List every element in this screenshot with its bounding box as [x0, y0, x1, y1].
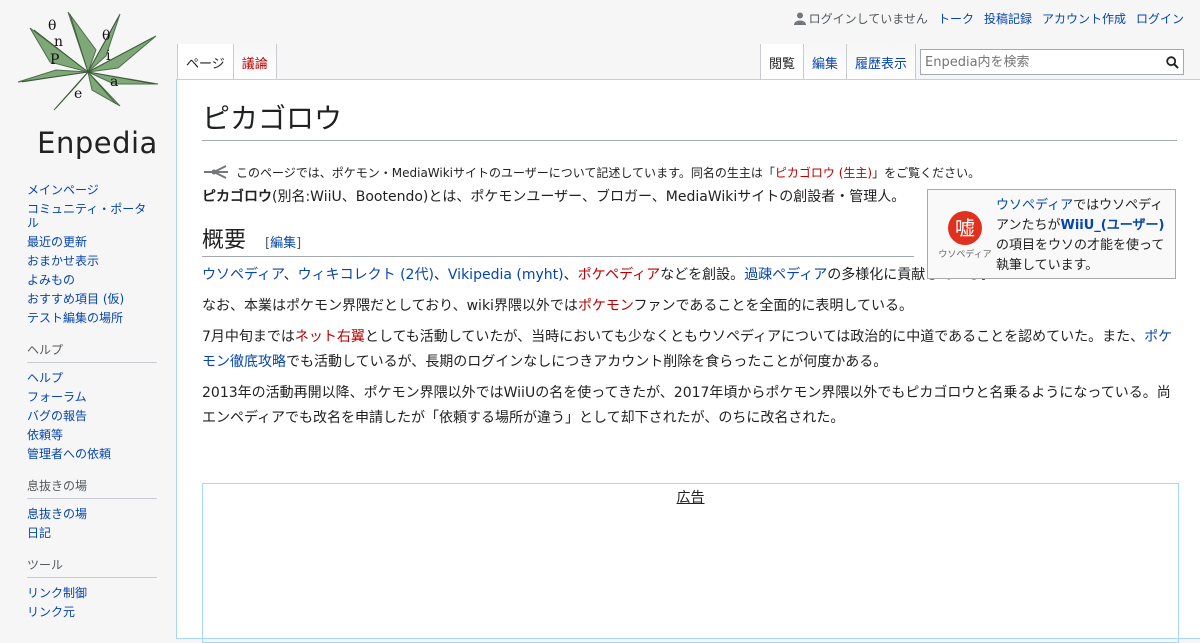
uncyclopedia-icon-label: ウソペディア	[938, 249, 992, 260]
sep-2: 、	[433, 267, 448, 283]
sidebar-item-reading[interactable]: よみもの	[27, 270, 157, 289]
p3-text-c: でも活動しているが、長期のログインなしにつきアカウント削除を食らったことが何度か…	[286, 354, 888, 370]
uncyclopedia-link[interactable]: ウソペディア	[996, 198, 1073, 213]
section-edit-link[interactable]: 編集	[270, 236, 296, 251]
sidebar-item-admin-requests[interactable]: 管理者への依頼	[27, 444, 157, 463]
sidebar-item-diary[interactable]: 日記	[27, 523, 157, 542]
sidebar-item-what-links-here[interactable]: リンク制御	[27, 583, 157, 602]
paragraph-2: なお、本業はポケモン界隈だとしており、wiki界隈以外ではポケモンファンであるこ…	[202, 294, 1177, 319]
paragraph-3: 7月中旬まではネット右翼としても活動していたが、当時においても少なくともウソペデ…	[202, 325, 1177, 375]
search-input[interactable]	[921, 51, 1161, 73]
lie-icon: 嘘	[948, 210, 982, 245]
content-area: ピカゴロウ このページでは、ポケモン・MediaWikiサイトのユーザーについて…	[176, 79, 1200, 643]
search-icon	[1165, 55, 1179, 69]
sidebar-help-heading: ヘルプ	[27, 341, 157, 363]
hatnote-link[interactable]: ピカゴロウ (生主)	[775, 166, 872, 180]
wiiu-user-link[interactable]: WiiU_(ユーザー)	[1060, 218, 1164, 233]
uncyclopedia-box-text: ウソペディアではウソペディアンたちがWiiU_(ユーザー)の項目をウソの才能を使…	[996, 196, 1169, 273]
tab-discussion[interactable]: 議論	[233, 44, 277, 79]
article-body: ピカゴロウ このページでは、ポケモン・MediaWikiサイトのユーザーについて…	[202, 80, 1179, 643]
ad-container: 広告	[202, 483, 1179, 643]
svg-text:e: e	[74, 86, 82, 102]
sidebar-item-link-source[interactable]: リンク元	[27, 602, 157, 621]
section-edit: [編集]	[265, 236, 302, 251]
p2-text-b: ファンであることを全面的に表明している。	[633, 298, 913, 314]
hatnote-post: 」をご覧ください。	[872, 165, 981, 180]
sidebar-item-main-page[interactable]: メインページ	[27, 180, 157, 199]
sidebar-item-rest-area[interactable]: 息抜きの場	[27, 504, 157, 523]
personal-tools: ログインしていません トーク 投稿記録 アカウント作成 ログイン	[793, 10, 1184, 27]
sidebar-item-community-portal[interactable]: コミュニティ・ポータル	[27, 199, 157, 232]
sidebar-help: ヘルプ ヘルプ フォーラム バグの報告 依頼等 管理者への依頼	[27, 341, 157, 463]
link-vikipedia[interactable]: Vikipedia (myht)	[448, 267, 564, 283]
site-logo[interactable]: θnPe θia Enpedia	[10, 10, 165, 160]
svg-text:θ: θ	[102, 28, 110, 44]
link-pokemon[interactable]: ポケモン	[578, 298, 634, 314]
talk-link[interactable]: トーク	[938, 10, 974, 27]
link-wikicollect[interactable]: ウィキコレクト (2代)	[298, 267, 434, 283]
sep-4: などを創設。	[660, 267, 745, 283]
sidebar-tools: ツール リンク制御 リンク元	[27, 556, 157, 621]
page-title: ピカゴロウ	[202, 100, 1177, 141]
svg-text:a: a	[110, 74, 118, 90]
uncyclopedia-text-2: の項目をウソの才能を使って執筆しています。	[996, 238, 1165, 273]
view-tabs: 閲覧 編集 履歴表示	[760, 44, 917, 80]
search-button[interactable]	[1161, 51, 1183, 73]
namespace-tabs: ページ 議論	[177, 44, 277, 80]
link-usopedia[interactable]: ウソペディア	[202, 267, 284, 283]
hatnote-text: このページでは、ポケモン・MediaWikiサイトのユーザーについて記述していま…	[236, 164, 980, 181]
svg-text:θ: θ	[48, 18, 56, 34]
sidebar: メインページ コミュニティ・ポータル 最近の更新 おまかせ表示 よみもの おすす…	[0, 180, 176, 635]
sidebar-item-recent-changes[interactable]: 最近の更新	[27, 232, 157, 251]
sidebar-tools-heading: ツール	[27, 556, 157, 578]
sidebar-item-bug-report[interactable]: バグの報告	[27, 406, 157, 425]
uncyclopedia-logo: 嘘 ウソペディア	[934, 196, 996, 272]
user-status: ログインしていません	[793, 10, 928, 27]
tab-history[interactable]: 履歴表示	[847, 44, 917, 79]
paragraph-4: 2013年の活動再開以降、ポケモン界隈以外ではWiiUの名を使ってきたが、201…	[202, 385, 1171, 426]
hatnote-pre: このページでは、ポケモン・MediaWikiサイトのユーザーについて記述していま…	[236, 165, 775, 180]
svg-text:i: i	[106, 48, 111, 64]
link-net-uyoku[interactable]: ネット右翼	[295, 329, 365, 345]
leaf-logo-icon: θnPe θia	[17, 11, 159, 111]
section-heading: 概要 [編集]	[202, 222, 914, 257]
intro-paragraph: ピカゴロウ(別名:WiiU、Bootendo)とは、ポケモンユーザー、ブロガー、…	[202, 185, 914, 210]
intro-rest: (別名:WiiU、Bootendo)とは、ポケモンユーザー、ブロガー、Media…	[272, 189, 906, 205]
tab-read[interactable]: 閲覧	[760, 44, 805, 79]
link-kasopedia[interactable]: 過疎ペディア	[744, 267, 827, 283]
sidebar-rest-heading: 息抜きの場	[27, 477, 157, 499]
tab-edit[interactable]: 編集	[804, 44, 848, 79]
sidebar-item-requests[interactable]: 依頼等	[27, 425, 157, 444]
ad-label: 広告	[676, 490, 705, 506]
intro-bold: ピカゴロウ	[202, 189, 272, 205]
logo-wordmark: Enpedia	[37, 126, 158, 160]
sidebar-item-sandbox[interactable]: テスト編集の場所	[27, 308, 157, 327]
svg-text:n: n	[54, 34, 63, 50]
sidebar-rest: 息抜きの場 息抜きの場 日記	[27, 477, 157, 542]
svg-text:嘘: 嘘	[955, 216, 975, 240]
login-link[interactable]: ログイン	[1136, 10, 1184, 27]
tab-page[interactable]: ページ	[177, 44, 234, 79]
p3-text-b: としても活動していたが、当時においても少なくともウソペディアについては政治的に中…	[364, 329, 1145, 345]
svg-text:P: P	[50, 52, 59, 68]
sidebar-navigation: メインページ コミュニティ・ポータル 最近の更新 おまかせ表示 よみもの おすす…	[27, 180, 157, 327]
sep-3: 、	[563, 267, 578, 283]
user-icon	[793, 12, 806, 25]
sidebar-item-help[interactable]: ヘルプ	[27, 368, 157, 387]
contributions-link[interactable]: 投稿記録	[984, 10, 1032, 27]
create-account-link[interactable]: アカウント作成	[1042, 10, 1126, 27]
uncyclopedia-box: 嘘 ウソペディア ウソペディアではウソペディアンたちがWiiU_(ユーザー)の項…	[927, 189, 1176, 279]
sep-1: 、	[283, 267, 298, 283]
hatnote: このページでは、ポケモン・MediaWikiサイトのユーザーについて記述していま…	[202, 163, 1177, 181]
disambiguation-icon	[204, 165, 228, 179]
sidebar-item-recommended[interactable]: おすすめ項目 (仮)	[27, 289, 157, 308]
p2-text-a: なお、本業はポケモン界隈だとしており、wiki界隈以外では	[202, 298, 578, 314]
sidebar-item-forum[interactable]: フォーラム	[27, 387, 157, 406]
sidebar-item-random-page[interactable]: おまかせ表示	[27, 251, 157, 270]
p3-text-a: 7月中旬までは	[202, 329, 295, 345]
not-logged-in-label: ログインしていません	[808, 12, 928, 26]
section-title: 概要	[202, 228, 247, 253]
search-box	[920, 49, 1184, 75]
link-pokepedia[interactable]: ポケペディア	[578, 267, 661, 283]
